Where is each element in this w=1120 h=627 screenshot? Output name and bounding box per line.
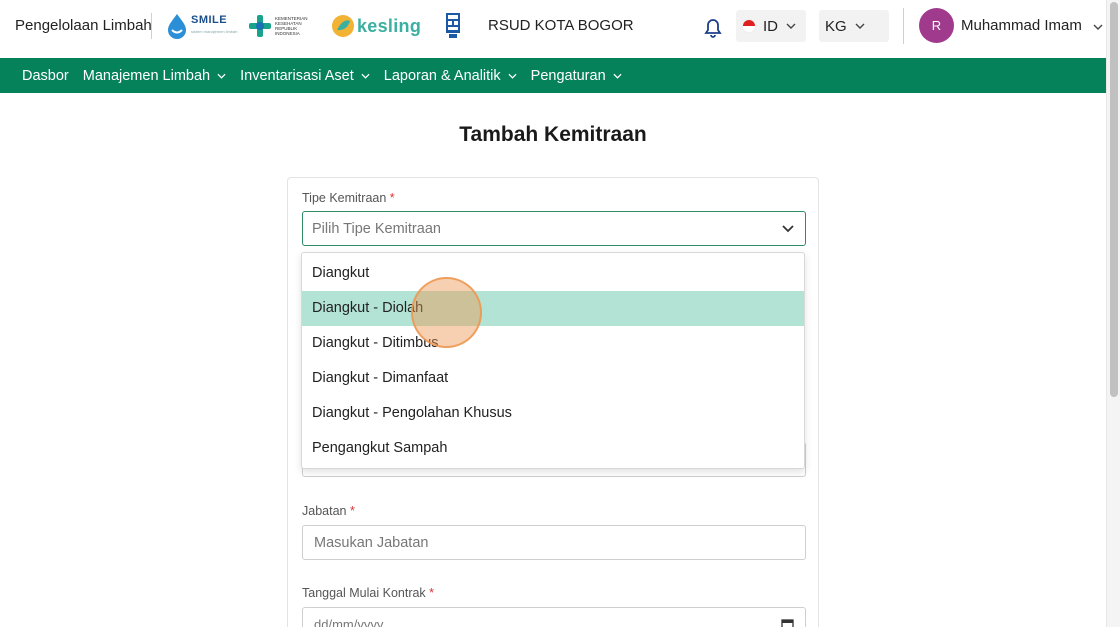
undp-logo: [446, 12, 460, 40]
option-diangkut-diolah[interactable]: Diangkut - Diolah: [302, 291, 804, 326]
unit-selector[interactable]: KG: [819, 10, 889, 42]
option-pengangkut-sampah[interactable]: Pengangkut Sampah: [302, 431, 804, 466]
app-name[interactable]: Pengelolaan Limbah: [15, 17, 152, 34]
chevron-down-icon: [613, 73, 622, 79]
language-selector[interactable]: ID: [736, 10, 806, 42]
nav-item-inventarisasi-aset[interactable]: Inventarisasi Aset: [240, 68, 370, 84]
option-diangkut-ditimbus[interactable]: Diangkut - Ditimbus: [302, 326, 804, 361]
smile-logo: SMILE sistem manajemen limbah: [166, 12, 237, 40]
jabatan-label: Jabatan *: [302, 504, 355, 518]
tanggal-mulai-kontrak-label: Tanggal Mulai Kontrak *: [302, 586, 435, 600]
scrollbar-thumb[interactable]: [1110, 2, 1118, 397]
option-diangkut-pengolahan-khusus[interactable]: Diangkut - Pengolahan Khusus: [302, 396, 804, 431]
chevron-down-icon: [786, 23, 796, 29]
kemenkes-logo: Kementerian Kesehatan Republik Indonesia: [248, 12, 311, 40]
option-diangkut-dimanfaat[interactable]: Diangkut - Dimanfaat: [302, 361, 804, 396]
indonesia-flag-icon: [742, 19, 756, 33]
tipe-kemitraan-label: Tipe Kemitraan *: [302, 191, 395, 205]
chevron-down-icon: [782, 224, 794, 232]
avatar[interactable]: R: [919, 8, 954, 43]
kesling-logo: kesling: [331, 12, 421, 40]
page-title: Tambah Kemitraan: [459, 123, 647, 146]
chevron-down-icon: [217, 73, 226, 79]
tanggal-mulai-kontrak-input[interactable]: dd/mm/yyyy: [302, 607, 806, 627]
chevron-down-icon: [855, 23, 865, 29]
chevron-down-icon: [508, 73, 517, 79]
nav-item-laporan-analitik[interactable]: Laporan & Analitik: [384, 68, 517, 84]
tipe-kemitraan-dropdown: Diangkut Diangkut - Diolah Diangkut - Di…: [301, 252, 805, 469]
nav-item-manajemen-limbah[interactable]: Manajemen Limbah: [83, 68, 226, 84]
top-header: Pengelolaan Limbah SMILE sistem manajemen…: [0, 0, 1106, 58]
main-nav: Dasbor Manajemen Limbah Inventarisasi As…: [0, 58, 1106, 93]
bell-icon[interactable]: [704, 18, 722, 43]
header-divider: [903, 8, 904, 44]
calendar-icon[interactable]: [781, 618, 794, 627]
chevron-down-icon: [361, 73, 370, 79]
hospital-name: RSUD KOTA BOGOR: [488, 17, 634, 34]
nav-item-pengaturan[interactable]: Pengaturan: [531, 68, 622, 84]
nav-item-dasbor[interactable]: Dasbor: [22, 68, 69, 84]
chevron-down-icon: [1093, 24, 1103, 30]
jabatan-input[interactable]: Masukan Jabatan: [302, 525, 806, 560]
page-scrollbar[interactable]: [1106, 0, 1120, 627]
tipe-kemitraan-select[interactable]: Pilih Tipe Kemitraan: [302, 211, 806, 246]
user-menu[interactable]: Muhammad Imam: [961, 17, 1103, 34]
option-diangkut[interactable]: Diangkut: [302, 256, 804, 291]
header-divider: [151, 13, 152, 39]
